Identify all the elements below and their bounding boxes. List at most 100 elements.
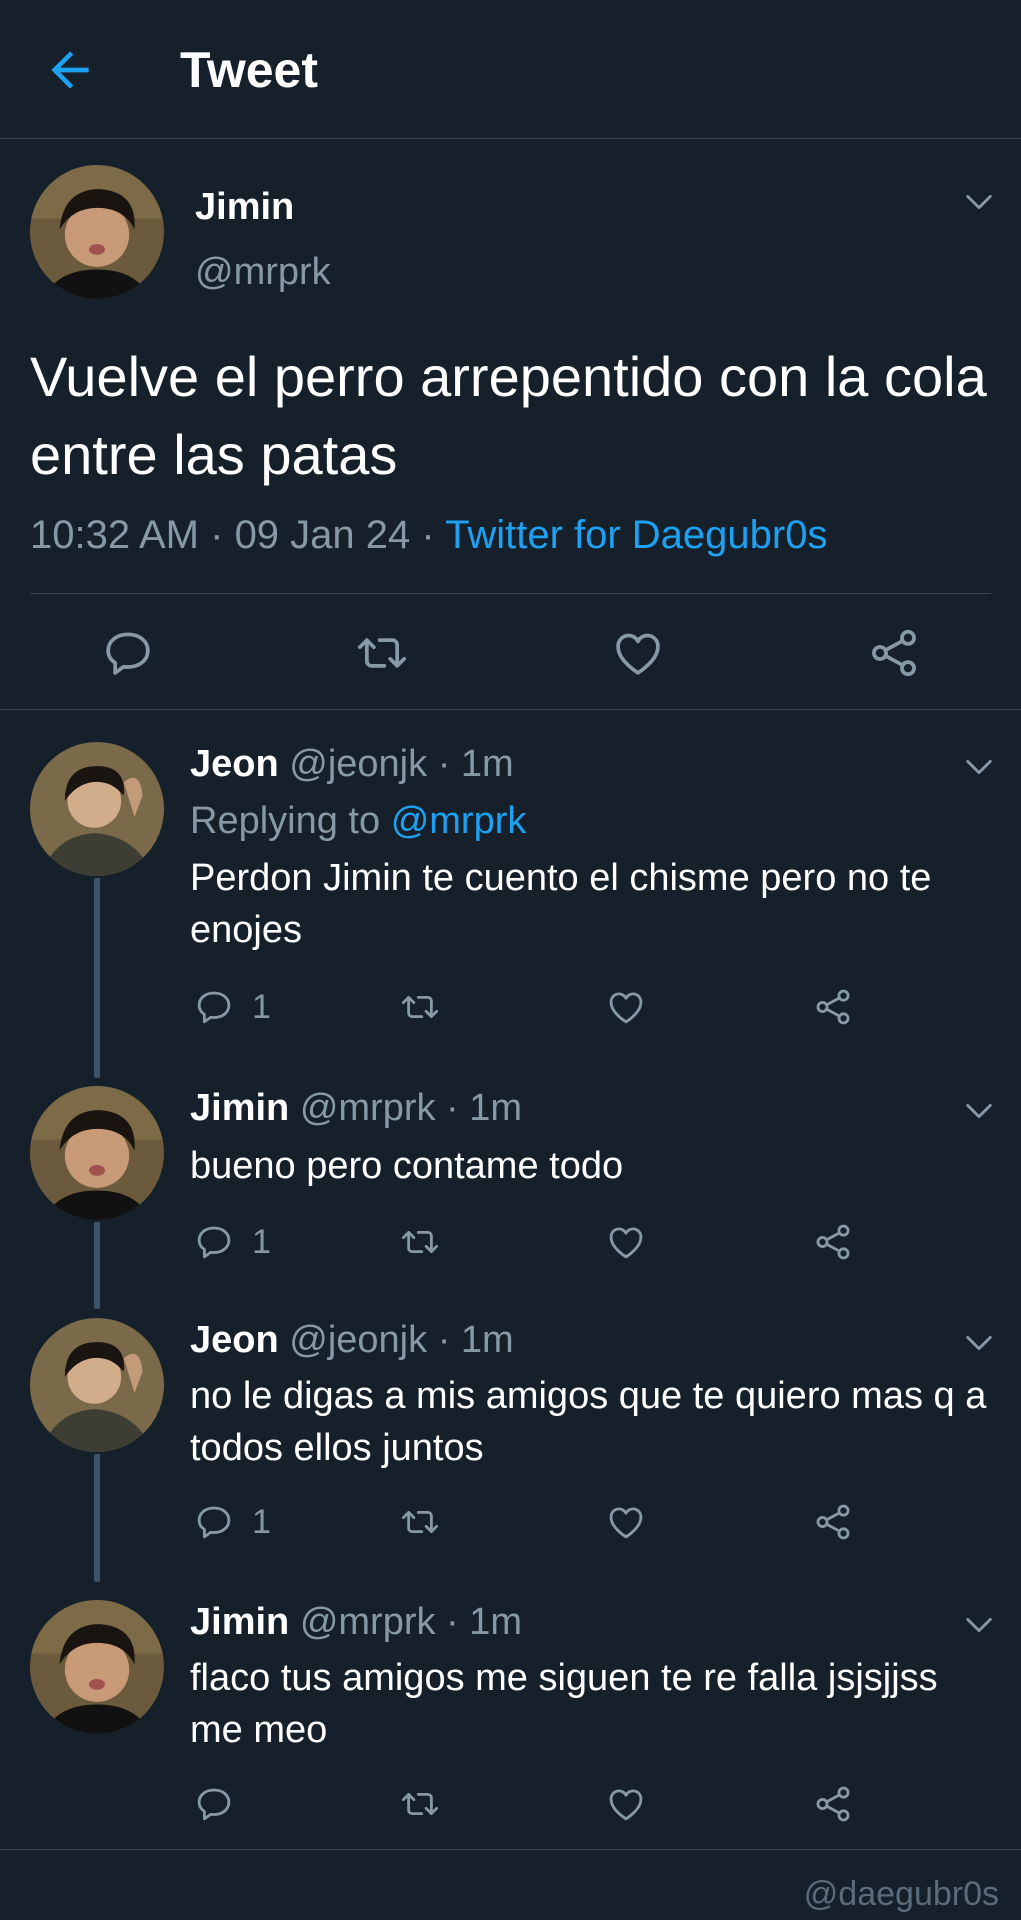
- reply-actions: 1: [0, 1221, 1021, 1271]
- share-icon: [816, 989, 850, 1025]
- chevron-down-icon: [966, 194, 992, 210]
- reply-header: Jimin @mrprk · 1m: [190, 1600, 522, 1644]
- tweet-menu-button[interactable]: [962, 750, 996, 784]
- reply-author-name[interactable]: Jeon: [190, 1319, 279, 1361]
- retweet-icon: [401, 1792, 439, 1816]
- heart-icon: [616, 633, 660, 675]
- reply-time: 1m: [469, 1087, 523, 1129]
- replying-to-handle[interactable]: @mrprk: [391, 800, 527, 842]
- avatar[interactable]: [30, 1086, 164, 1220]
- chevron-down-icon: [966, 1103, 992, 1119]
- tweet-menu-button[interactable]: [962, 185, 996, 219]
- tweet-source-link[interactable]: Twitter for Daegubr0s: [445, 513, 827, 557]
- reply-time: 1m: [460, 743, 514, 785]
- avatar[interactable]: [30, 742, 164, 876]
- reply-header: Jimin @mrprk · 1m: [190, 1086, 522, 1130]
- share-button[interactable]: [866, 625, 922, 681]
- reply-text: flaco tus amigos me siguen te re falla j…: [190, 1657, 938, 1751]
- tweet-text: Vuelve el perro arrepentido con la cola …: [30, 345, 987, 486]
- reply-time: 1m: [460, 1319, 514, 1361]
- retweet-icon: [401, 1510, 439, 1534]
- heart-icon: [609, 1789, 643, 1821]
- avatar-photo-jimin: [30, 1086, 164, 1220]
- back-button[interactable]: [42, 42, 98, 98]
- reply-count: 1: [252, 1503, 271, 1541]
- reply-text: Perdon Jimin te cuento el chisme pero no…: [190, 857, 932, 951]
- retweet-button[interactable]: [399, 986, 441, 1028]
- avatar-photo-jimin: [30, 1600, 164, 1734]
- avatar[interactable]: [30, 165, 164, 299]
- avatar[interactable]: [30, 1600, 164, 1734]
- share-button[interactable]: [812, 986, 854, 1028]
- divider: [30, 593, 991, 594]
- heart-icon: [609, 1507, 643, 1539]
- divider: [0, 1849, 1021, 1850]
- tweet-menu-button[interactable]: [962, 1326, 996, 1360]
- share-button[interactable]: [812, 1221, 854, 1263]
- reply-icon: [197, 991, 231, 1024]
- reply-actions: [0, 1783, 1021, 1833]
- share-icon: [872, 629, 916, 677]
- like-button[interactable]: [605, 1221, 647, 1263]
- chevron-down-icon: [966, 759, 992, 775]
- replying-to-label: Replying to: [190, 800, 381, 842]
- meta-separator: ·: [446, 1087, 459, 1129]
- arrow-left-icon: [51, 51, 89, 89]
- retweet-icon: [401, 1230, 439, 1254]
- reply-icon: [106, 632, 150, 675]
- reply-button[interactable]: [193, 1501, 235, 1543]
- reply-button[interactable]: [193, 1221, 235, 1263]
- author-name[interactable]: Jimin: [195, 185, 294, 229]
- avatar[interactable]: [30, 1318, 164, 1452]
- reply-time: 1m: [469, 1601, 523, 1643]
- retweet-button[interactable]: [354, 625, 410, 681]
- reply-icon: [197, 1788, 231, 1821]
- like-button[interactable]: [605, 986, 647, 1028]
- reply-author-handle[interactable]: @jeonjk: [289, 1319, 427, 1361]
- share-button[interactable]: [812, 1501, 854, 1543]
- like-button[interactable]: [605, 1783, 647, 1825]
- replying-to: Replying to @mrprk: [190, 799, 526, 843]
- reply-count: 1: [252, 1223, 271, 1261]
- like-button[interactable]: [610, 625, 666, 681]
- share-icon: [816, 1504, 850, 1540]
- avatar-photo-jimin: [30, 165, 164, 299]
- tweet-screen: Tweet Jimin @mrprk Vuelve el perro arrep…: [0, 0, 1021, 1920]
- retweet-button[interactable]: [399, 1221, 441, 1263]
- tweet-time: 10:32 AM: [30, 513, 200, 557]
- tweet-menu-button[interactable]: [962, 1094, 996, 1128]
- chevron-down-icon: [966, 1335, 992, 1351]
- reply-actions: 1: [0, 986, 1021, 1036]
- heart-icon: [609, 1227, 643, 1259]
- like-button[interactable]: [605, 1501, 647, 1543]
- retweet-button[interactable]: [399, 1783, 441, 1825]
- reply-text: bueno pero contame todo: [190, 1145, 624, 1187]
- reply-author-handle[interactable]: @mrprk: [300, 1601, 436, 1643]
- reply-author-handle[interactable]: @mrprk: [300, 1087, 436, 1129]
- reply-button[interactable]: [193, 1783, 235, 1825]
- reply-header: Jeon @jeonjk · 1m: [190, 742, 514, 786]
- retweet-button[interactable]: [399, 1501, 441, 1543]
- reply-author-name[interactable]: Jimin: [190, 1601, 289, 1643]
- tweet-date: 09 Jan 24: [234, 513, 411, 557]
- meta-separator: ·: [437, 743, 451, 785]
- reply-header: Jeon @jeonjk · 1m: [190, 1318, 514, 1362]
- reply-tweet: Jimin @mrprk · 1m bueno pero contame tod…: [0, 1086, 1021, 1286]
- reply-tweet: Jeon @jeonjk · 1m Replying to @mrprk Per…: [0, 742, 1021, 1042]
- tweet-metadata: 10:32 AM · 09 Jan 24 · Twitter for Daegu…: [30, 507, 827, 563]
- chevron-down-icon: [966, 1617, 992, 1633]
- share-icon: [816, 1224, 850, 1260]
- reply-author-handle[interactable]: @jeonjk: [289, 743, 427, 785]
- tweet-actions: [0, 595, 1021, 710]
- reply-tweet: Jimin @mrprk · 1m flaco tus amigos me si…: [0, 1600, 1021, 1840]
- reply-actions: 1: [0, 1501, 1021, 1551]
- reply-author-name[interactable]: Jimin: [190, 1087, 289, 1129]
- tweet-menu-button[interactable]: [962, 1608, 996, 1642]
- main-tweet: Jimin @mrprk Vuelve el perro arrepentido…: [0, 140, 1021, 710]
- reply-button[interactable]: [100, 625, 156, 681]
- reply-author-name[interactable]: Jeon: [190, 743, 279, 785]
- share-button[interactable]: [812, 1783, 854, 1825]
- reply-button[interactable]: [193, 986, 235, 1028]
- reply-icon: [197, 1226, 231, 1259]
- author-handle[interactable]: @mrprk: [195, 250, 331, 294]
